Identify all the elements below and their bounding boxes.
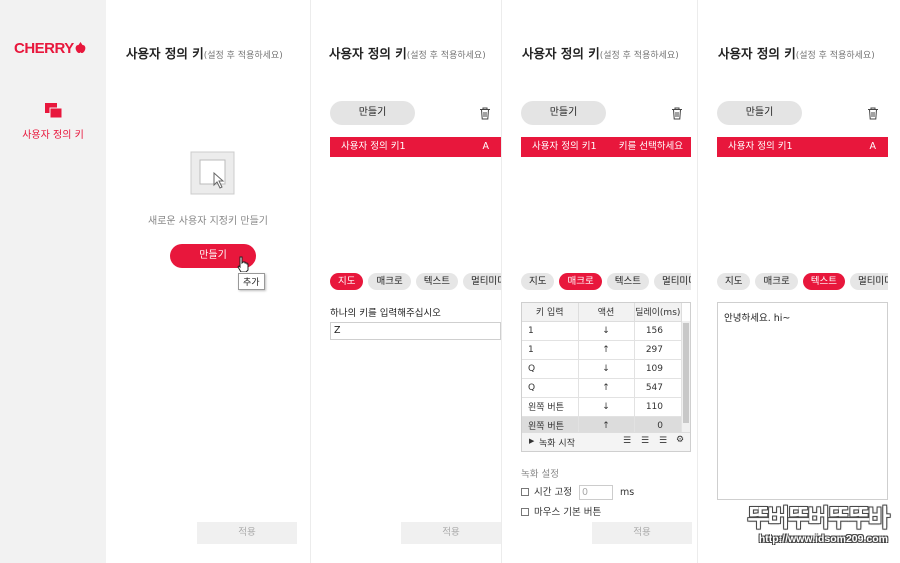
tab-text[interactable]: 텍스트: [802, 273, 845, 290]
custom-key-value: 키를 선택하세요: [618, 141, 683, 152]
apply-button[interactable]: 적용: [197, 522, 297, 544]
fixed-time-row: 시간 고정 0 ms: [521, 484, 634, 500]
add-tooltip: 추가: [238, 273, 265, 290]
key-placeholder-icon: [190, 151, 235, 195]
tab-bar: 지도매크로텍스트멀티미디어: [717, 273, 888, 290]
tab-multimedia[interactable]: 멀티미디어: [462, 273, 501, 290]
watermark: 뚜버뚜버뚜뚜바 http://www.idsom209.com: [747, 498, 890, 545]
panel-map: 사용자 정의 키(설정 후 적용하세요) 만들기 사용자 정의 키1 A 지도 매…: [311, 0, 501, 563]
tab-multimedia[interactable]: 멀티미디어: [849, 273, 888, 290]
create-button[interactable]: 만들기: [717, 101, 802, 125]
tab-macro[interactable]: 매크로: [368, 273, 411, 290]
tab-macro[interactable]: 매크로: [755, 273, 798, 290]
trash-icon[interactable]: [867, 107, 879, 120]
custom-key-value: A: [869, 141, 877, 152]
page-title: 사용자 정의 키(설정 후 적용하세요): [718, 46, 875, 61]
panel-empty: 사용자 정의 키(설정 후 적용하세요) 새로운 사용자 지정키 만들기 만들기…: [106, 0, 310, 563]
hand-cursor-icon: [237, 256, 249, 272]
custom-key-nav-icon[interactable]: [45, 103, 63, 119]
custom-key-value: A: [482, 141, 490, 152]
record-start-label[interactable]: 녹화 시작: [539, 436, 575, 449]
column-header-delay: 딜레이(ms): [634, 303, 682, 322]
apply-button[interactable]: 적용: [592, 522, 692, 544]
custom-key-name: 사용자 정의 키1: [728, 141, 793, 152]
table-row[interactable]: 1 ↓ 156: [522, 321, 682, 341]
page-title: 사용자 정의 키(설정 후 적용하세요): [329, 46, 486, 61]
watermark-title: 뚜버뚜버뚜뚜바: [747, 504, 890, 532]
tab-map[interactable]: 지도: [717, 273, 751, 290]
mouse-button-row: 마우스 기본 버튼: [521, 504, 601, 518]
tab-bar: 지도매크로텍스트멀티미디어: [330, 273, 501, 290]
panel-text: 사용자 정의 키(설정 후 적용하세요) 만들기 사용자 정의 키1 A 지도 매…: [698, 0, 900, 563]
create-button[interactable]: 만들기: [521, 101, 606, 125]
cherry-logo-icon: [75, 42, 86, 54]
tab-bar: 지도매크로텍스트멀티미디어: [521, 273, 691, 290]
cherry-logo: CHERRY: [14, 40, 86, 57]
column-header-key: 키 입력: [522, 303, 579, 322]
tab-text[interactable]: 텍스트: [606, 273, 649, 290]
record-toolbar: ▶ 녹화 시작 ☰ ☰ ☰ ⚙: [522, 432, 690, 451]
apply-button[interactable]: 적용: [401, 522, 501, 544]
trash-icon[interactable]: [479, 107, 491, 120]
table-row[interactable]: Q ↑ 547: [522, 378, 682, 398]
custom-key-item[interactable]: 사용자 정의 키1 A: [717, 137, 888, 157]
table-scrollbar[interactable]: [682, 321, 690, 433]
custom-key-item[interactable]: 사용자 정의 키1 키를 선택하세요: [521, 137, 691, 157]
column-header-action: 액션: [578, 303, 635, 322]
key-input[interactable]: Z: [330, 322, 501, 340]
sidebar-item-custom-key[interactable]: 사용자 정의 키: [0, 126, 106, 141]
play-icon[interactable]: ▶: [529, 437, 534, 445]
table-row[interactable]: 왼쪽 버튼 ↓ 110: [522, 397, 682, 417]
align-right-icon[interactable]: ☰: [641, 436, 649, 446]
record-settings-title: 녹화 설정: [521, 469, 559, 480]
custom-key-name: 사용자 정의 키1: [532, 141, 597, 152]
tab-map[interactable]: 지도: [521, 273, 555, 290]
page-title: 사용자 정의 키(설정 후 적용하세요): [126, 46, 283, 61]
align-icon[interactable]: ☰: [623, 436, 631, 446]
custom-key-item[interactable]: 사용자 정의 키1 A: [330, 137, 501, 157]
panel-macro: 사용자 정의 키(설정 후 적용하세요) 만들기 사용자 정의 키1 키를 선택…: [502, 0, 697, 563]
macro-table: 키 입력 액션 딜레이(ms) 1 ↓ 156 1 ↑ 297 Q ↓ 109 Q ↑ 547 …: [522, 303, 682, 436]
table-row[interactable]: 1 ↑ 297: [522, 340, 682, 360]
create-button[interactable]: 만들기: [330, 101, 415, 125]
sidebar: CHERRY 사용자 정의 키: [0, 0, 106, 563]
empty-message: 새로운 사용자 지정키 만들기: [148, 216, 268, 227]
list-icon[interactable]: ☰: [659, 436, 667, 446]
tab-map[interactable]: 지도: [330, 273, 364, 290]
fixed-time-input[interactable]: 0: [579, 485, 614, 500]
tab-multimedia[interactable]: 멀티미디어: [653, 273, 691, 290]
tab-text[interactable]: 텍스트: [415, 273, 458, 290]
macro-table-box: 키 입력 액션 딜레이(ms) 1 ↓ 156 1 ↑ 297 Q ↓ 109 Q ↑ 547 …: [521, 302, 691, 452]
trash-icon[interactable]: [671, 107, 683, 120]
settings-icon[interactable]: ⚙: [676, 435, 684, 445]
fixed-time-checkbox[interactable]: [521, 488, 529, 496]
table-row[interactable]: Q ↓ 109: [522, 359, 682, 379]
scrollbar-thumb[interactable]: [683, 323, 689, 423]
watermark-url: http://www.idsom209.com: [758, 533, 888, 545]
key-input-label: 하나의 키를 입력해주십시오: [330, 308, 441, 319]
custom-key-name: 사용자 정의 키1: [341, 141, 406, 152]
mouse-button-checkbox[interactable]: [521, 508, 529, 516]
page-title: 사용자 정의 키(설정 후 적용하세요): [522, 46, 679, 61]
tab-macro[interactable]: 매크로: [559, 273, 602, 290]
text-input-area[interactable]: 안녕하세요. hi~: [717, 302, 888, 500]
